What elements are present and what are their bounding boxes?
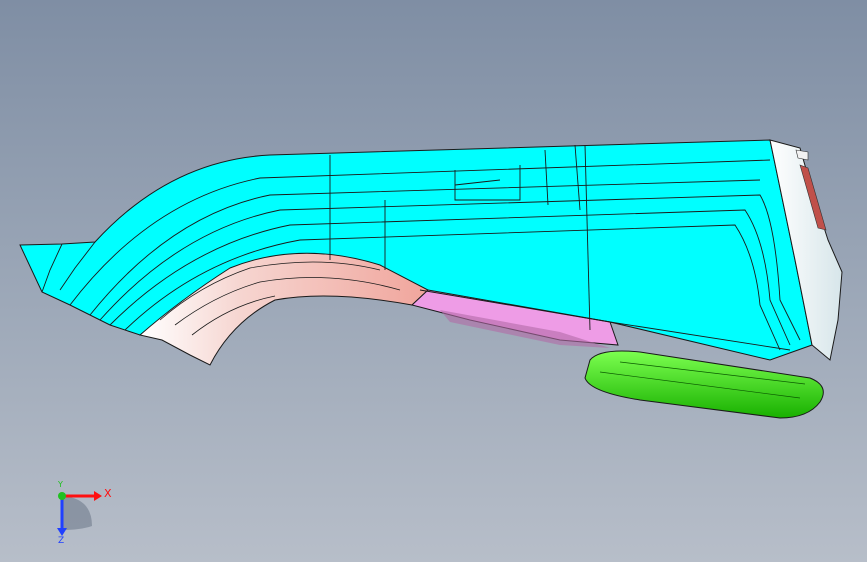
x-axis-arrow: [94, 491, 102, 501]
3d-viewport[interactable]: X Y Z: [0, 0, 867, 562]
y-axis-dot: [58, 492, 66, 500]
coordinate-triad: X Y Z: [40, 478, 120, 548]
z-axis-label: Z: [58, 536, 65, 546]
x-axis-label: X: [104, 487, 112, 500]
y-axis-label: Y: [58, 480, 63, 489]
cad-model-scene[interactable]: [0, 0, 867, 562]
bottom-pad-surface[interactable]: [584, 350, 824, 419]
z-axis-arrow: [57, 528, 67, 536]
triad-shadow: [62, 496, 92, 530]
main-body-surface[interactable]: [19, 139, 813, 361]
